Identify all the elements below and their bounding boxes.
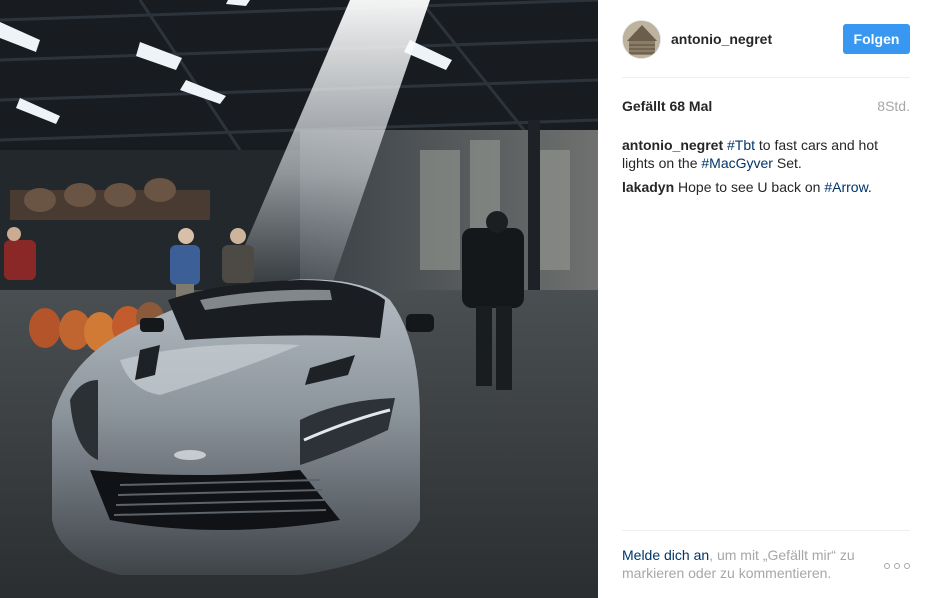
post-header: antonio_negret Folgen bbox=[622, 18, 910, 60]
likes-count[interactable]: Gefällt 68 Mal bbox=[622, 98, 712, 114]
comment-text-part: Hope to see U back on bbox=[678, 179, 825, 195]
username-link[interactable]: antonio_negret bbox=[671, 31, 843, 47]
login-prompt-text: Melde dich an, um mit „Gefällt mir“ zu m… bbox=[622, 546, 884, 582]
comment: antonio_negret #Tbt to fast cars and hot… bbox=[622, 136, 910, 172]
warehouse-car-image bbox=[0, 0, 598, 598]
more-options-icon[interactable] bbox=[884, 559, 910, 573]
post-photo[interactable] bbox=[0, 0, 598, 598]
dot bbox=[884, 563, 890, 569]
hashtag-link[interactable]: #MacGyver bbox=[701, 155, 773, 171]
likes-row: Gefällt 68 Mal 8Std. bbox=[622, 98, 910, 114]
comment-text-part: Set. bbox=[772, 155, 802, 171]
hashtag-link[interactable]: #Arrow bbox=[824, 179, 868, 195]
follow-button[interactable]: Folgen bbox=[843, 24, 910, 54]
login-link[interactable]: Melde dich an bbox=[622, 547, 709, 563]
comment-author[interactable]: lakadyn bbox=[622, 179, 674, 195]
comment-text-part: . bbox=[867, 179, 872, 195]
avatar-image bbox=[623, 20, 660, 58]
login-prompt: Melde dich an, um mit „Gefällt mir“ zu m… bbox=[622, 546, 910, 582]
comment: lakadyn Hope to see U back on #Arrow. bbox=[622, 178, 910, 196]
post-timestamp[interactable]: 8Std. bbox=[877, 98, 910, 114]
comment-author[interactable]: antonio_negret bbox=[622, 137, 723, 153]
post-sidebar: antonio_negret Folgen Gefällt 68 Mal 8St… bbox=[598, 0, 932, 598]
dot bbox=[904, 563, 910, 569]
divider bbox=[622, 77, 910, 78]
comments-list: antonio_negret #Tbt to fast cars and hot… bbox=[622, 136, 910, 202]
divider bbox=[622, 530, 910, 531]
avatar[interactable] bbox=[622, 19, 661, 59]
comment-text: Hope to see U back on #Arrow. bbox=[678, 179, 872, 195]
hashtag-link[interactable]: #Tbt bbox=[727, 137, 755, 153]
dot bbox=[894, 563, 900, 569]
